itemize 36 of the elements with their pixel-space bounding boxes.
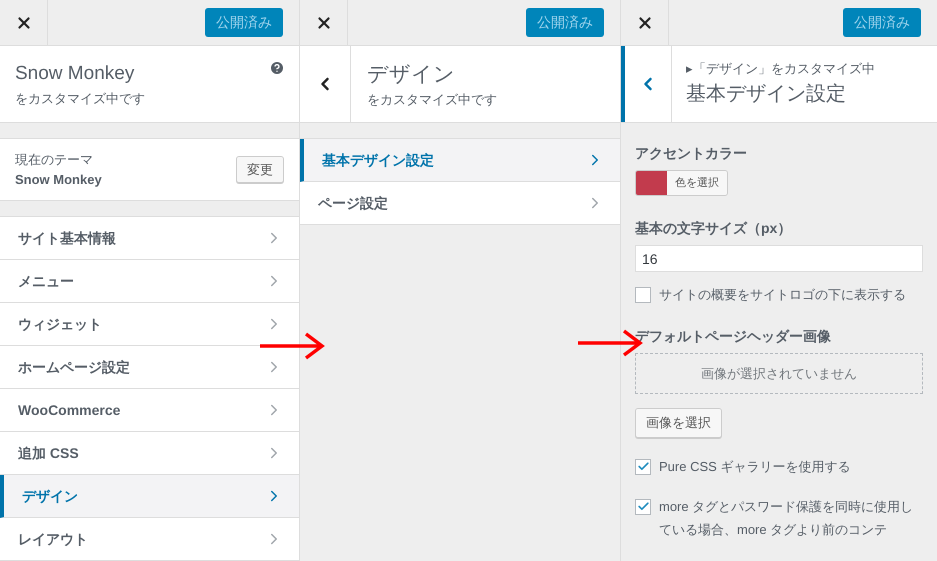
panel-title: 基本デザイン設定	[686, 82, 847, 107]
section-item[interactable]: ウィジェット	[0, 303, 299, 346]
change-theme-button[interactable]: 変更	[236, 156, 284, 184]
section-item[interactable]: ページ設定	[300, 182, 620, 225]
checkbox[interactable]	[635, 287, 651, 303]
check-icon	[636, 500, 650, 513]
select-image-button[interactable]: 画像を選択	[635, 408, 722, 438]
panel-subtitle: をカスタマイズ中です	[367, 91, 497, 109]
theme-name: Snow Monkey	[15, 170, 102, 189]
panel-title: Snow Monkey	[15, 62, 134, 86]
checkbox-label: サイトの概要をサイトロゴの下に表示する	[659, 286, 906, 304]
image-field[interactable]: 画像が選択されていません	[635, 353, 923, 394]
section-item[interactable]: レイアウト	[0, 518, 299, 561]
back-button[interactable]	[621, 46, 672, 122]
checkbox-label: more タグとパスワード保護を同時に使用している場合、more タグより前のコンテ	[659, 498, 914, 538]
checkbox[interactable]	[635, 498, 651, 514]
help-icon[interactable]	[269, 60, 285, 76]
font-size-input[interactable]: 16	[635, 245, 923, 272]
checkbox[interactable]	[635, 458, 651, 474]
color-picker-button[interactable]: 色を選択	[635, 170, 728, 196]
checkbox-label: Pure CSS ギャラリーを使用する	[659, 458, 850, 476]
control-label: アクセントカラー	[635, 144, 748, 163]
section-item[interactable]: 基本デザイン設定	[300, 139, 620, 182]
panel-title: デザイン	[367, 62, 456, 88]
theme-label: 現在のテーマ	[15, 151, 94, 169]
panel-subtitle: をカスタマイズ中です	[15, 90, 146, 108]
section-item[interactable]: 追加 CSS	[0, 432, 299, 475]
check-icon	[636, 460, 650, 473]
section-item[interactable]: WooCommerce	[0, 389, 299, 432]
arrow-icon	[260, 332, 326, 360]
section-item[interactable]: デザイン	[0, 475, 299, 518]
section-item[interactable]: メニュー	[0, 260, 299, 303]
breadcrumb: ▸「デザイン」をカスタマイズ中	[686, 60, 875, 78]
control-label: 基本の文字サイズ（px）	[635, 219, 792, 238]
section-item[interactable]: サイト基本情報	[0, 217, 299, 260]
section-item[interactable]: ホームページ設定	[0, 346, 299, 389]
